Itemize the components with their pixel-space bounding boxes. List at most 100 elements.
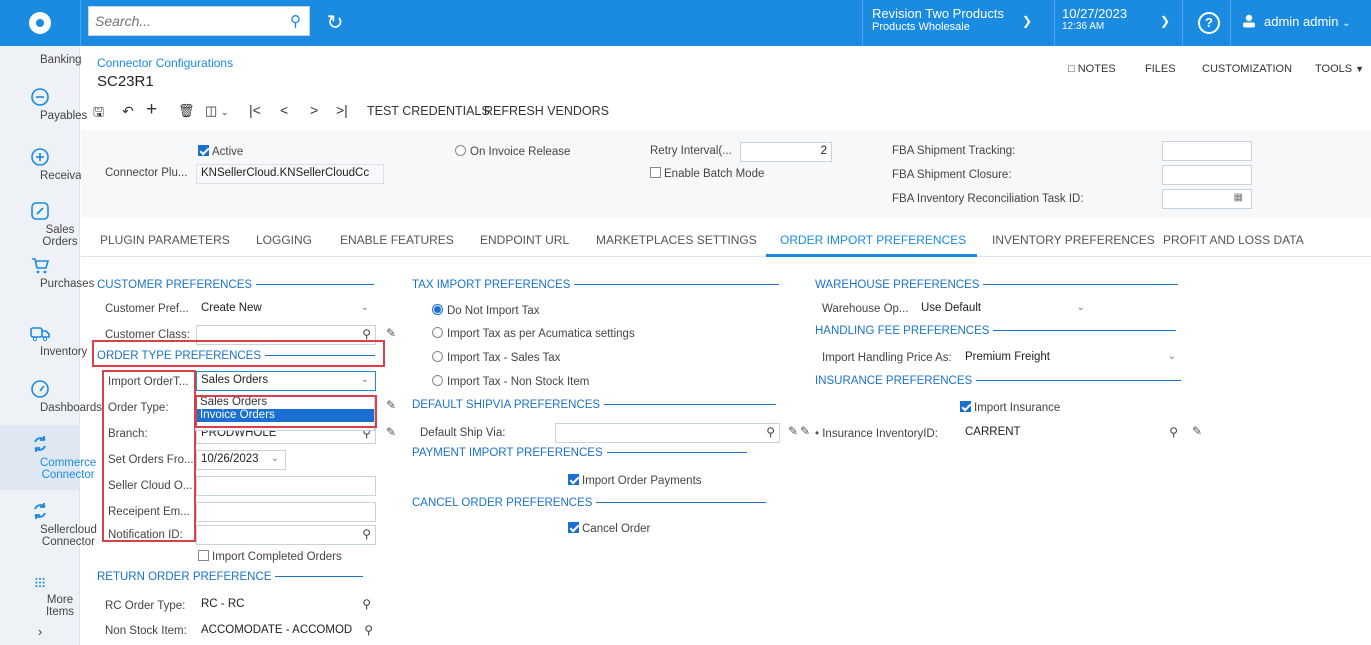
search-icon[interactable]: ⚲	[362, 597, 371, 611]
last-record-icon[interactable]: >|	[336, 102, 348, 118]
help-icon[interactable]: ?	[1198, 12, 1220, 34]
history-icon[interactable]: ↻	[322, 10, 348, 36]
search-icon[interactable]: ⚲	[766, 425, 775, 439]
customization-link[interactable]: CUSTOMIZATION	[1202, 63, 1292, 75]
files-link[interactable]: FILES	[1145, 63, 1176, 75]
tab-order-import-preferences[interactable]: ORDER IMPORT PREFERENCES	[780, 233, 966, 247]
tab-enable-features[interactable]: ENABLE FEATURES	[340, 233, 454, 247]
search-input[interactable]	[95, 13, 275, 29]
first-record-icon[interactable]: |<	[249, 102, 261, 118]
sidebar-item-sales-orders[interactable]: Sales Orders	[0, 200, 80, 248]
tab-profit-and-loss-data[interactable]: PROFIT AND LOSS DATA	[1163, 233, 1304, 247]
tab-inventory-preferences[interactable]: INVENTORY PREFERENCES	[992, 233, 1155, 247]
sidebar-item-receivables[interactable]: Receivables	[0, 146, 103, 182]
company-selector[interactable]: Revision Two Products Products Wholesale…	[872, 6, 1042, 40]
seller-cloud-field[interactable]	[196, 476, 376, 496]
fba-tracking-label: FBA Shipment Tracking:	[892, 145, 1016, 157]
rc-order-type-field[interactable]: RC - RC ⚲	[196, 595, 376, 615]
tab-endpoint-url[interactable]: ENDPOINT URL	[480, 233, 569, 247]
pencil-icon[interactable]: ✎	[386, 425, 396, 439]
add-icon[interactable]: +	[146, 99, 157, 121]
tab-plugin-parameters[interactable]: PLUGIN PARAMETERS	[100, 233, 230, 247]
previous-record-icon[interactable]: <	[280, 102, 288, 118]
retry-interval-field[interactable]: 2	[740, 142, 832, 162]
on-invoice-release-radio[interactable]: On Invoice Release	[455, 145, 570, 158]
test-credentials-button[interactable]: TEST CREDENTIALS	[367, 104, 490, 118]
import-order-type-select[interactable]: Sales Orders ⌄	[196, 371, 376, 391]
refresh-vendors-button[interactable]: REFRESH VENDORS	[484, 104, 609, 118]
search-icon[interactable]: ⚲	[362, 527, 371, 541]
active-checkbox[interactable]: Active	[198, 145, 243, 158]
import-completed-checkbox[interactable]: Import Completed Orders	[198, 550, 342, 563]
next-record-icon[interactable]: >	[310, 102, 318, 118]
section-default-shipvia: DEFAULT SHIPVIA PREFERENCES	[412, 399, 777, 411]
radio-icon	[432, 304, 443, 315]
highlight-box	[102, 370, 196, 542]
fba-tracking-field[interactable]	[1162, 141, 1252, 161]
rc-order-type-label: RC Order Type:	[105, 600, 186, 612]
non-stock-item-field[interactable]: ACCOMODATE - ACCOMOD ⚲	[196, 621, 378, 641]
pencil-icon[interactable]: ✎	[1192, 424, 1202, 438]
default-ship-via-field[interactable]: ⚲	[555, 423, 780, 443]
search-box[interactable]: ⚲	[88, 6, 310, 36]
customer-pref-select[interactable]: Create New ⌄	[196, 299, 376, 319]
pencil-icon[interactable]: ✎	[386, 326, 396, 340]
delete-icon[interactable]: 🗑	[178, 103, 195, 119]
cancel-order-checkbox[interactable]: Cancel Order	[568, 522, 650, 535]
topbar-divider	[1054, 0, 1055, 46]
import-insurance-checkbox[interactable]: Import Insurance	[960, 401, 1060, 414]
chevron-right-icon[interactable]: ›	[0, 624, 80, 639]
save-icon[interactable]: 🖫	[93, 103, 104, 125]
date-selector[interactable]: 10/27/2023 12:36 AM ❯	[1062, 6, 1172, 32]
tax-option-sales-tax[interactable]: Import Tax - Sales Tax	[432, 351, 560, 364]
sidebar-item-commerce-connector[interactable]: Commerce Connector	[0, 425, 96, 490]
sidebar-item-dashboards[interactable]: Dashboards	[0, 378, 102, 414]
section-customer-preferences: CUSTOMER PREFERENCES	[97, 279, 375, 291]
fba-recon-field[interactable]: ▦	[1162, 189, 1252, 209]
tools-menu[interactable]: TOOLS ▼	[1315, 63, 1364, 75]
pencil-icon[interactable]: ✎	[788, 424, 798, 438]
search-icon[interactable]: ⚲	[364, 623, 373, 637]
tax-option-do-not-import[interactable]: Do Not Import Tax	[432, 304, 539, 317]
set-orders-from-date[interactable]: 10/26/2023 ⌄	[196, 450, 286, 470]
tax-option-non-stock[interactable]: Import Tax - Non Stock Item	[432, 375, 589, 388]
fba-closure-field[interactable]	[1162, 165, 1252, 185]
tab-marketplaces-settings[interactable]: MARKETPLACES SETTINGS	[596, 233, 757, 247]
user-menu[interactable]: admin admin ⌄	[1242, 14, 1350, 29]
search-icon[interactable]: ⚲	[290, 12, 301, 30]
tab-logging[interactable]: LOGGING	[256, 233, 312, 247]
enable-batch-mode-checkbox[interactable]: Enable Batch Mode	[650, 167, 764, 180]
pencil-icon[interactable]: ✎	[386, 398, 396, 412]
connector-plugin-field[interactable]: KNSellerCloud.KNSellerCloudCc	[196, 164, 384, 184]
notes-label: NOTES	[1077, 63, 1116, 75]
chevron-down-icon: ⌄	[270, 453, 279, 464]
receipent-email-field[interactable]	[196, 502, 376, 522]
company-name: Revision Two Products	[872, 6, 1004, 21]
sidebar-item-more-items[interactable]: More Items	[0, 576, 80, 618]
warehouse-option-select[interactable]: Use Default ⌄	[916, 299, 1092, 319]
import-order-payments-checkbox[interactable]: Import Order Payments	[568, 474, 702, 487]
notification-id-field[interactable]: ⚲	[196, 525, 376, 545]
sidebar-item-sellercloud-connector[interactable]: Sellercloud Connector	[0, 500, 97, 548]
insurance-inventory-field[interactable]: CARRENT ⚲	[960, 423, 1183, 443]
sidebar-item-label: More Items	[45, 594, 75, 618]
acumatica-logo[interactable]	[0, 0, 80, 46]
section-tax-import-preferences: TAX IMPORT PREFERENCES	[412, 279, 780, 291]
undo-icon[interactable]: ↶	[122, 103, 134, 120]
active-label: Active	[212, 146, 244, 158]
pencil-icon[interactable]: ✎	[800, 424, 810, 438]
copy-paste-icon[interactable]: ◫ ⌄	[205, 103, 228, 119]
breadcrumb[interactable]: Connector Configurations	[97, 56, 233, 70]
sidebar-item-purchases[interactable]: Purchases	[0, 254, 94, 290]
default-ship-via-label: Default Ship Via:	[420, 427, 506, 439]
sidebar-item-payables[interactable]: Payables	[0, 86, 87, 122]
on-invoice-release-label: On Invoice Release	[470, 146, 571, 158]
tax-option-acumatica[interactable]: Import Tax as per Acumatica settings	[432, 327, 635, 340]
handling-price-select[interactable]: Premium Freight ⌄	[960, 348, 1183, 368]
notes-link[interactable]: □ NOTES	[1068, 63, 1116, 75]
edit-icon	[31, 202, 49, 220]
sidebar-item-label: Commerce Connector	[40, 457, 97, 481]
sidebar-item-inventory[interactable]: Inventory	[0, 322, 87, 358]
search-icon[interactable]: ⚲	[362, 327, 371, 341]
search-icon[interactable]: ⚲	[1169, 425, 1178, 439]
